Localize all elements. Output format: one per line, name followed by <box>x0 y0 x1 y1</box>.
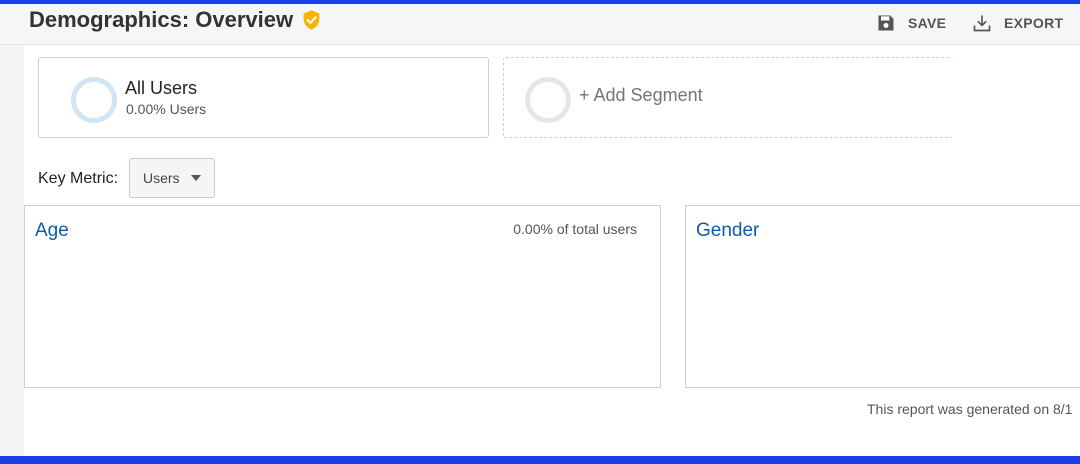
age-title-link[interactable]: Age <box>35 220 69 242</box>
export-button[interactable]: EXPORT <box>972 8 1063 38</box>
save-button[interactable]: SAVE <box>876 8 946 38</box>
gender-title-link[interactable]: Gender <box>696 220 759 242</box>
add-segment-button[interactable]: + Add Segment <box>503 57 953 138</box>
report-generated-note: This report was generated on 8/1 <box>867 401 1073 417</box>
report-content: All Users 0.00% Users + Add Segment Key … <box>24 45 1080 456</box>
page-title: Demographics: Overview <box>29 7 294 32</box>
caret-down-icon <box>191 175 201 181</box>
age-panel: Age 0.00% of total users <box>24 205 661 388</box>
key-metric-value: Users <box>143 170 180 186</box>
segment-name: All Users <box>125 78 198 98</box>
page-header: Demographics: Overview SAVE EXPORT <box>0 4 1080 45</box>
key-metric-label: Key Metric: <box>38 170 119 187</box>
save-icon <box>878 15 894 31</box>
age-total-users-share: 0.00% of total users <box>513 221 637 237</box>
add-segment-label: + Add Segment <box>579 85 703 105</box>
segment-card-all-users[interactable]: All Users 0.00% Users <box>38 57 489 138</box>
segment-share: 0.00% Users <box>126 101 207 117</box>
save-label: SAVE <box>908 15 947 31</box>
segment-ring-icon <box>71 77 117 123</box>
export-label: EXPORT <box>1004 15 1064 31</box>
gender-panel: Gender <box>685 205 1080 388</box>
empty-segment-ring-icon <box>525 77 571 123</box>
key-metric-dropdown[interactable]: Users <box>129 158 215 198</box>
shield-check-icon <box>303 10 320 30</box>
download-icon <box>973 15 991 32</box>
frame-bottom-border <box>0 456 1080 464</box>
